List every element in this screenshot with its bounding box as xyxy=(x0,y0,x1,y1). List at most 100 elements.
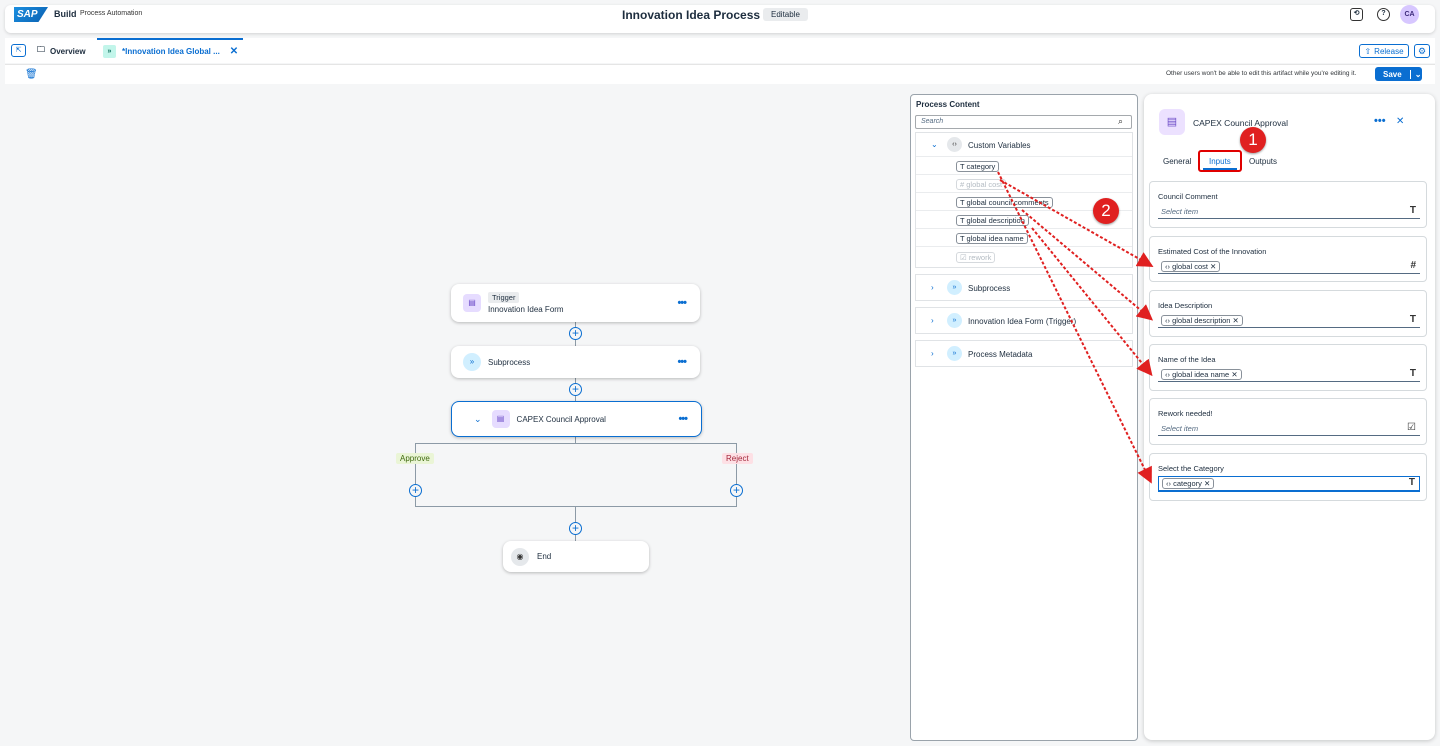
avatar[interactable]: CA xyxy=(1400,5,1419,24)
process-metadata-group[interactable]: › » Process Metadata xyxy=(915,340,1133,367)
more-icon[interactable]: ••• xyxy=(677,356,687,368)
select-category-input[interactable]: ‹› category ✕ T xyxy=(1158,476,1420,492)
remove-icon[interactable]: ✕ xyxy=(1229,370,1237,379)
release-button[interactable]: ⇧ Release xyxy=(1359,44,1409,58)
token-value: global idea name xyxy=(1172,370,1230,379)
variable-token[interactable]: ‹› global idea name ✕ xyxy=(1161,369,1242,380)
variable-token[interactable]: ‹› global description ✕ xyxy=(1161,315,1243,326)
variable-token[interactable]: ‹› category ✕ xyxy=(1162,478,1215,489)
field-label: Idea Description xyxy=(1158,301,1213,310)
text-type-icon[interactable]: T xyxy=(1409,477,1415,488)
chevron-right-icon[interactable]: › xyxy=(931,316,934,325)
gear-icon: ⚙ xyxy=(1417,46,1427,56)
chevron-down-icon[interactable]: ⌄ xyxy=(931,140,938,149)
more-icon[interactable]: ••• xyxy=(677,297,687,309)
trigger-badge: Trigger xyxy=(488,292,520,303)
list-item[interactable]: ☑ rework xyxy=(916,247,1132,267)
subprocess-group[interactable]: › » Subprocess xyxy=(915,274,1133,301)
remove-icon[interactable]: ✕ xyxy=(1208,262,1216,271)
trash-icon[interactable]: 🗑 xyxy=(25,69,38,80)
variable-token[interactable]: ‹› global cost ✕ xyxy=(1161,261,1221,272)
council-comment-input[interactable]: Select item T xyxy=(1158,205,1420,219)
approval-label: CAPEX Council Approval xyxy=(516,414,606,424)
idea-name-input[interactable]: ‹› global idea name ✕ T xyxy=(1158,368,1420,382)
add-step-button[interactable]: + xyxy=(569,522,582,535)
subprocess-label: Subprocess xyxy=(488,357,531,367)
variable-token[interactable]: T global description xyxy=(956,215,1029,226)
field-label: Estimated Cost of the Innovation xyxy=(1158,247,1267,256)
brand-name: Build xyxy=(54,9,77,19)
add-approve-step-button[interactable]: + xyxy=(409,484,422,497)
estimated-cost-input[interactable]: ‹› global cost ✕ # xyxy=(1158,260,1420,274)
subprocess-icon: » xyxy=(947,313,962,328)
close-icon[interactable]: ✕ xyxy=(230,46,238,57)
variable-token: ☑ rework xyxy=(956,252,996,263)
close-icon[interactable]: ✕ xyxy=(1396,116,1404,127)
more-icon[interactable]: ••• xyxy=(1374,115,1386,127)
checkbox-type-icon[interactable]: ☑ xyxy=(1407,422,1416,433)
text-type-icon[interactable]: T xyxy=(1410,314,1416,325)
tab-outputs[interactable]: Outputs xyxy=(1249,157,1277,166)
approval-node[interactable]: ⌄ ▤ CAPEX Council Approval ••• xyxy=(451,401,702,437)
end-node[interactable]: ◉ End xyxy=(503,541,649,572)
chevron-right-icon[interactable]: › xyxy=(931,349,934,358)
release-label: Release xyxy=(1374,46,1404,56)
tab-innovation-idea-global[interactable]: » *Innovation Idea Global ... ✕ xyxy=(97,38,243,63)
chevron-down-icon[interactable]: ⌄ xyxy=(474,414,482,425)
end-label: End xyxy=(537,552,552,561)
list-item[interactable]: T category xyxy=(916,157,1132,175)
form-icon: ▤ xyxy=(1159,109,1185,135)
tab-general[interactable]: General xyxy=(1163,157,1191,166)
trigger-label: Innovation Idea Form xyxy=(488,305,564,314)
trigger-form-group[interactable]: › » Innovation Idea Form (Trigger) xyxy=(915,307,1133,334)
variable-icon: ‹› xyxy=(947,137,962,152)
variable-token[interactable]: T category xyxy=(956,161,1000,172)
rework-needed-input[interactable]: Select item ☑ xyxy=(1158,422,1420,436)
field-placeholder: Select item xyxy=(1161,207,1199,216)
subprocess-icon: » xyxy=(103,45,116,58)
text-type-icon[interactable]: T xyxy=(1410,368,1416,379)
search-input[interactable]: Search xyxy=(915,115,1132,129)
folder-icon: 🗀 xyxy=(37,45,45,54)
list-item[interactable]: # global cost xyxy=(916,175,1132,193)
upload-icon: ⇧ xyxy=(1364,46,1372,56)
save-label: Save xyxy=(1383,69,1402,79)
add-step-button[interactable]: + xyxy=(569,383,582,396)
subprocess-icon: » xyxy=(463,353,481,371)
save-button[interactable]: Save ⌄ xyxy=(1375,67,1422,81)
properties-title: CAPEX Council Approval xyxy=(1193,118,1288,128)
notifications-icon[interactable]: ⟲ xyxy=(1350,8,1363,21)
remove-icon[interactable]: ✕ xyxy=(1202,479,1210,488)
chevron-down-icon[interactable]: ⌄ xyxy=(1409,69,1421,79)
variable-token[interactable]: T global idea name xyxy=(956,233,1028,244)
chevron-right-icon[interactable]: › xyxy=(931,283,934,292)
form-icon: ▤ xyxy=(491,410,510,428)
text-type-icon[interactable]: T xyxy=(1410,205,1416,216)
subprocess-icon: » xyxy=(947,346,962,361)
field-label: Select the Category xyxy=(1158,464,1224,473)
navigate-back-button[interactable]: ⇱ xyxy=(11,44,26,57)
list-item[interactable]: T global idea name xyxy=(916,229,1132,247)
tab-label: *Innovation Idea Global ... xyxy=(122,47,220,56)
tab-overview[interactable]: 🗀 Overview xyxy=(37,44,86,58)
end-icon: ◉ xyxy=(511,547,529,566)
trigger-node[interactable]: ▤ Trigger Innovation Idea Form ••• xyxy=(451,284,700,322)
custom-variables-header[interactable]: ⌄ ‹› Custom Variables xyxy=(916,133,1132,157)
subprocess-node[interactable]: » Subprocess ••• xyxy=(451,346,700,378)
number-type-icon[interactable]: # xyxy=(1410,260,1416,271)
more-icon[interactable]: ••• xyxy=(678,413,688,425)
add-reject-step-button[interactable]: + xyxy=(730,484,743,497)
group-label: Subprocess xyxy=(968,284,1011,293)
search-icon[interactable]: ⌕ xyxy=(1118,116,1123,127)
settings-button[interactable]: ⚙ xyxy=(1414,44,1430,58)
help-icon[interactable]: ? xyxy=(1377,8,1390,21)
variable-name: global description xyxy=(966,216,1025,225)
remove-icon[interactable]: ✕ xyxy=(1230,316,1239,325)
token-value: category xyxy=(1173,479,1202,488)
idea-description-input[interactable]: ‹› global description ✕ T xyxy=(1158,314,1420,328)
field-select-category: Select the Category ‹› category ✕ T xyxy=(1149,453,1427,501)
token-value: global cost xyxy=(1172,262,1208,271)
variable-token[interactable]: T global council comments xyxy=(956,197,1053,208)
product-name: Process Automation xyxy=(80,10,143,17)
add-step-button[interactable]: + xyxy=(569,327,582,340)
